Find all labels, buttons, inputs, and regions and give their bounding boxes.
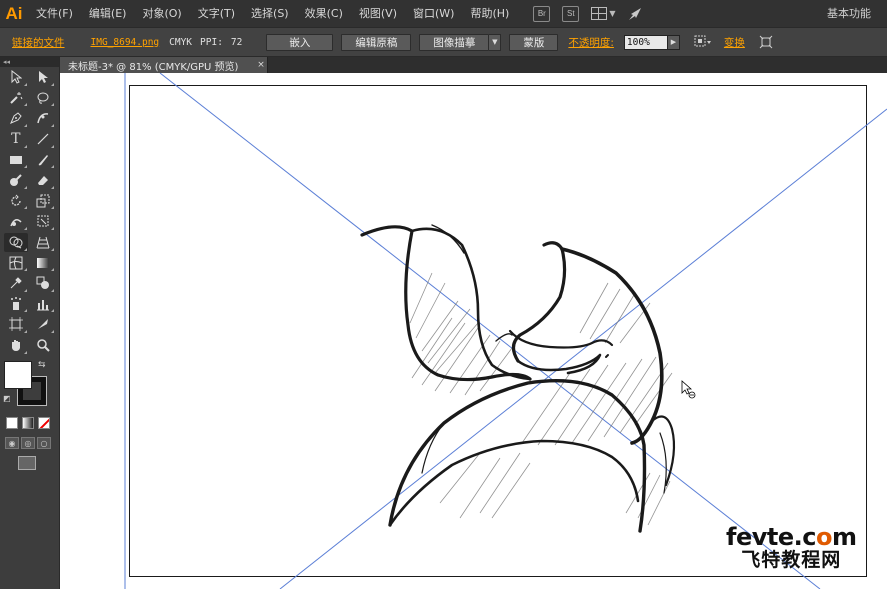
menu-effect[interactable]: 效果(C) (297, 0, 351, 27)
eraser-tool-icon[interactable] (31, 171, 55, 190)
bounding-box-icon[interactable] (755, 34, 777, 51)
image-trace-dropdown-icon[interactable]: ▼ (489, 33, 502, 51)
mouse-cursor-icon (681, 380, 696, 399)
document-tab[interactable]: 未标题-3* @ 81% (CMYK/GPU 预览) × (60, 57, 268, 73)
ppi-label: PPI: (200, 36, 223, 48)
mesh-tool-icon[interactable] (4, 253, 28, 272)
menu-object[interactable]: 对象(O) (134, 0, 189, 27)
filename-link[interactable]: IMG_8694.png (75, 37, 166, 48)
control-bar: 链接的文件 IMG_8694.png CMYK PPI: 72 嵌入 编辑原稿 … (0, 27, 887, 57)
menu-type[interactable]: 文字(T) (190, 0, 243, 27)
hand-tool-icon[interactable] (4, 336, 28, 355)
slice-tool-icon[interactable] (31, 315, 55, 334)
magic-wand-tool-icon[interactable] (4, 88, 28, 107)
menu-select[interactable]: 选择(S) (243, 0, 297, 27)
opacity-arrow-icon[interactable]: ▶ (667, 34, 680, 50)
screen-mode-icon[interactable] (18, 456, 36, 471)
symbol-sprayer-tool-icon[interactable] (4, 294, 28, 313)
zoom-tool-icon[interactable] (31, 336, 55, 355)
menu-icon-group: Br St ▼ (533, 5, 643, 22)
paintbrush-tool-icon[interactable] (31, 150, 55, 169)
direct-selection-tool-icon[interactable] (31, 68, 55, 87)
bridge-icon[interactable]: Br (533, 5, 551, 22)
curvature-tool-icon[interactable] (31, 109, 55, 128)
fill-swatch[interactable] (4, 361, 32, 390)
scale-tool-icon[interactable] (31, 191, 55, 210)
watermark-domain: fevte.com (726, 523, 857, 551)
rotate-tool-icon[interactable] (4, 191, 28, 210)
menu-bar: Ai 文件(F) 编辑(E) 对象(O) 文字(T) 选择(S) 效果(C) 视… (0, 0, 887, 27)
color-mode-label: CMYK (169, 36, 193, 48)
placed-image-sketch[interactable] (60, 73, 887, 589)
ppi-value: 72 (230, 36, 243, 48)
selection-tool-icon[interactable] (4, 68, 28, 87)
embed-button[interactable]: 嵌入 (266, 33, 334, 51)
watermark-cn: 飞特教程网 (741, 549, 842, 571)
document-tab-title: 未标题-3* @ 81% (CMYK/GPU 预览) (68, 61, 239, 73)
fill-stroke-swatches: ⇆ ◩ (0, 359, 59, 413)
lasso-tool-icon[interactable] (31, 88, 55, 107)
color-mode-row (0, 417, 59, 431)
sketch-hatching (409, 272, 673, 526)
image-guide-line-b (279, 108, 887, 589)
arrange-documents-icon[interactable]: ▼ (591, 7, 615, 20)
menu-file[interactable]: 文件(F) (28, 0, 81, 27)
menu-edit[interactable]: 编辑(E) (81, 0, 135, 27)
pen-tool-icon[interactable] (4, 109, 28, 128)
sketch-outline (360, 224, 676, 533)
align-grid-icon[interactable] (692, 34, 714, 51)
linked-file-link[interactable]: 链接的文件 (0, 35, 75, 50)
gradient-tool-icon[interactable] (31, 253, 55, 272)
draw-normal-icon[interactable]: ◉ (5, 437, 19, 450)
swap-fill-stroke-icon[interactable]: ⇆ (38, 360, 46, 370)
toolbox-collapse[interactable]: ◂◂ (0, 57, 59, 67)
warp-tool-icon[interactable] (4, 212, 28, 231)
menu-view[interactable]: 视图(V) (351, 0, 405, 27)
canvas[interactable]: fevte.com 飞特教程网 (60, 73, 887, 589)
menu-window[interactable]: 窗口(W) (405, 0, 462, 27)
menu-help[interactable]: 帮助(H) (462, 0, 517, 27)
blend-tool-icon[interactable] (31, 274, 55, 293)
perspective-grid-tool-icon[interactable] (31, 233, 55, 252)
gpu-rocket-icon[interactable] (627, 6, 643, 22)
draw-behind-icon[interactable]: ◎ (21, 437, 35, 450)
free-transform-tool-icon[interactable] (31, 212, 55, 231)
toolbox: ◂◂ T ⇆ ◩ ◉ ◎ ○ (0, 57, 60, 589)
eyedropper-tool-icon[interactable] (4, 274, 28, 293)
workspace-switcher[interactable]: 基本功能 (827, 0, 871, 27)
artboard-tool-icon[interactable] (4, 315, 28, 334)
image-guide-line-a (159, 73, 821, 589)
app-logo: Ai (5, 3, 23, 23)
watermark: fevte.com 飞特教程网 (726, 523, 857, 571)
document-tab-strip: 未标题-3* @ 81% (CMYK/GPU 预览) × (60, 57, 887, 73)
gradient-mode-icon[interactable] (22, 417, 34, 430)
opacity-label[interactable]: 不透明度: (558, 35, 624, 50)
draw-inside-icon[interactable]: ○ (37, 437, 51, 450)
shape-builder-tool-icon[interactable] (3, 232, 28, 252)
mask-button[interactable]: 蒙版 (509, 33, 559, 51)
column-graph-tool-icon[interactable] (31, 294, 55, 313)
type-tool-icon[interactable]: T (4, 130, 28, 149)
close-icon[interactable]: × (255, 60, 267, 70)
blob-brush-tool-icon[interactable] (4, 171, 28, 190)
rectangle-tool-icon[interactable] (4, 150, 28, 169)
draw-mode-row: ◉ ◎ ○ (0, 437, 59, 450)
stock-icon[interactable]: St (562, 5, 580, 22)
image-trace-button[interactable]: 图像描摹 (419, 33, 490, 51)
default-fill-stroke-icon[interactable]: ◩ (3, 394, 11, 403)
opacity-input[interactable]: 100% (623, 34, 668, 50)
transform-link[interactable]: 变换 (714, 35, 755, 50)
none-mode-icon[interactable] (38, 417, 50, 430)
edit-original-button[interactable]: 编辑原稿 (341, 33, 412, 51)
color-mode-icon[interactable] (6, 417, 18, 430)
line-segment-tool-icon[interactable] (31, 130, 55, 149)
